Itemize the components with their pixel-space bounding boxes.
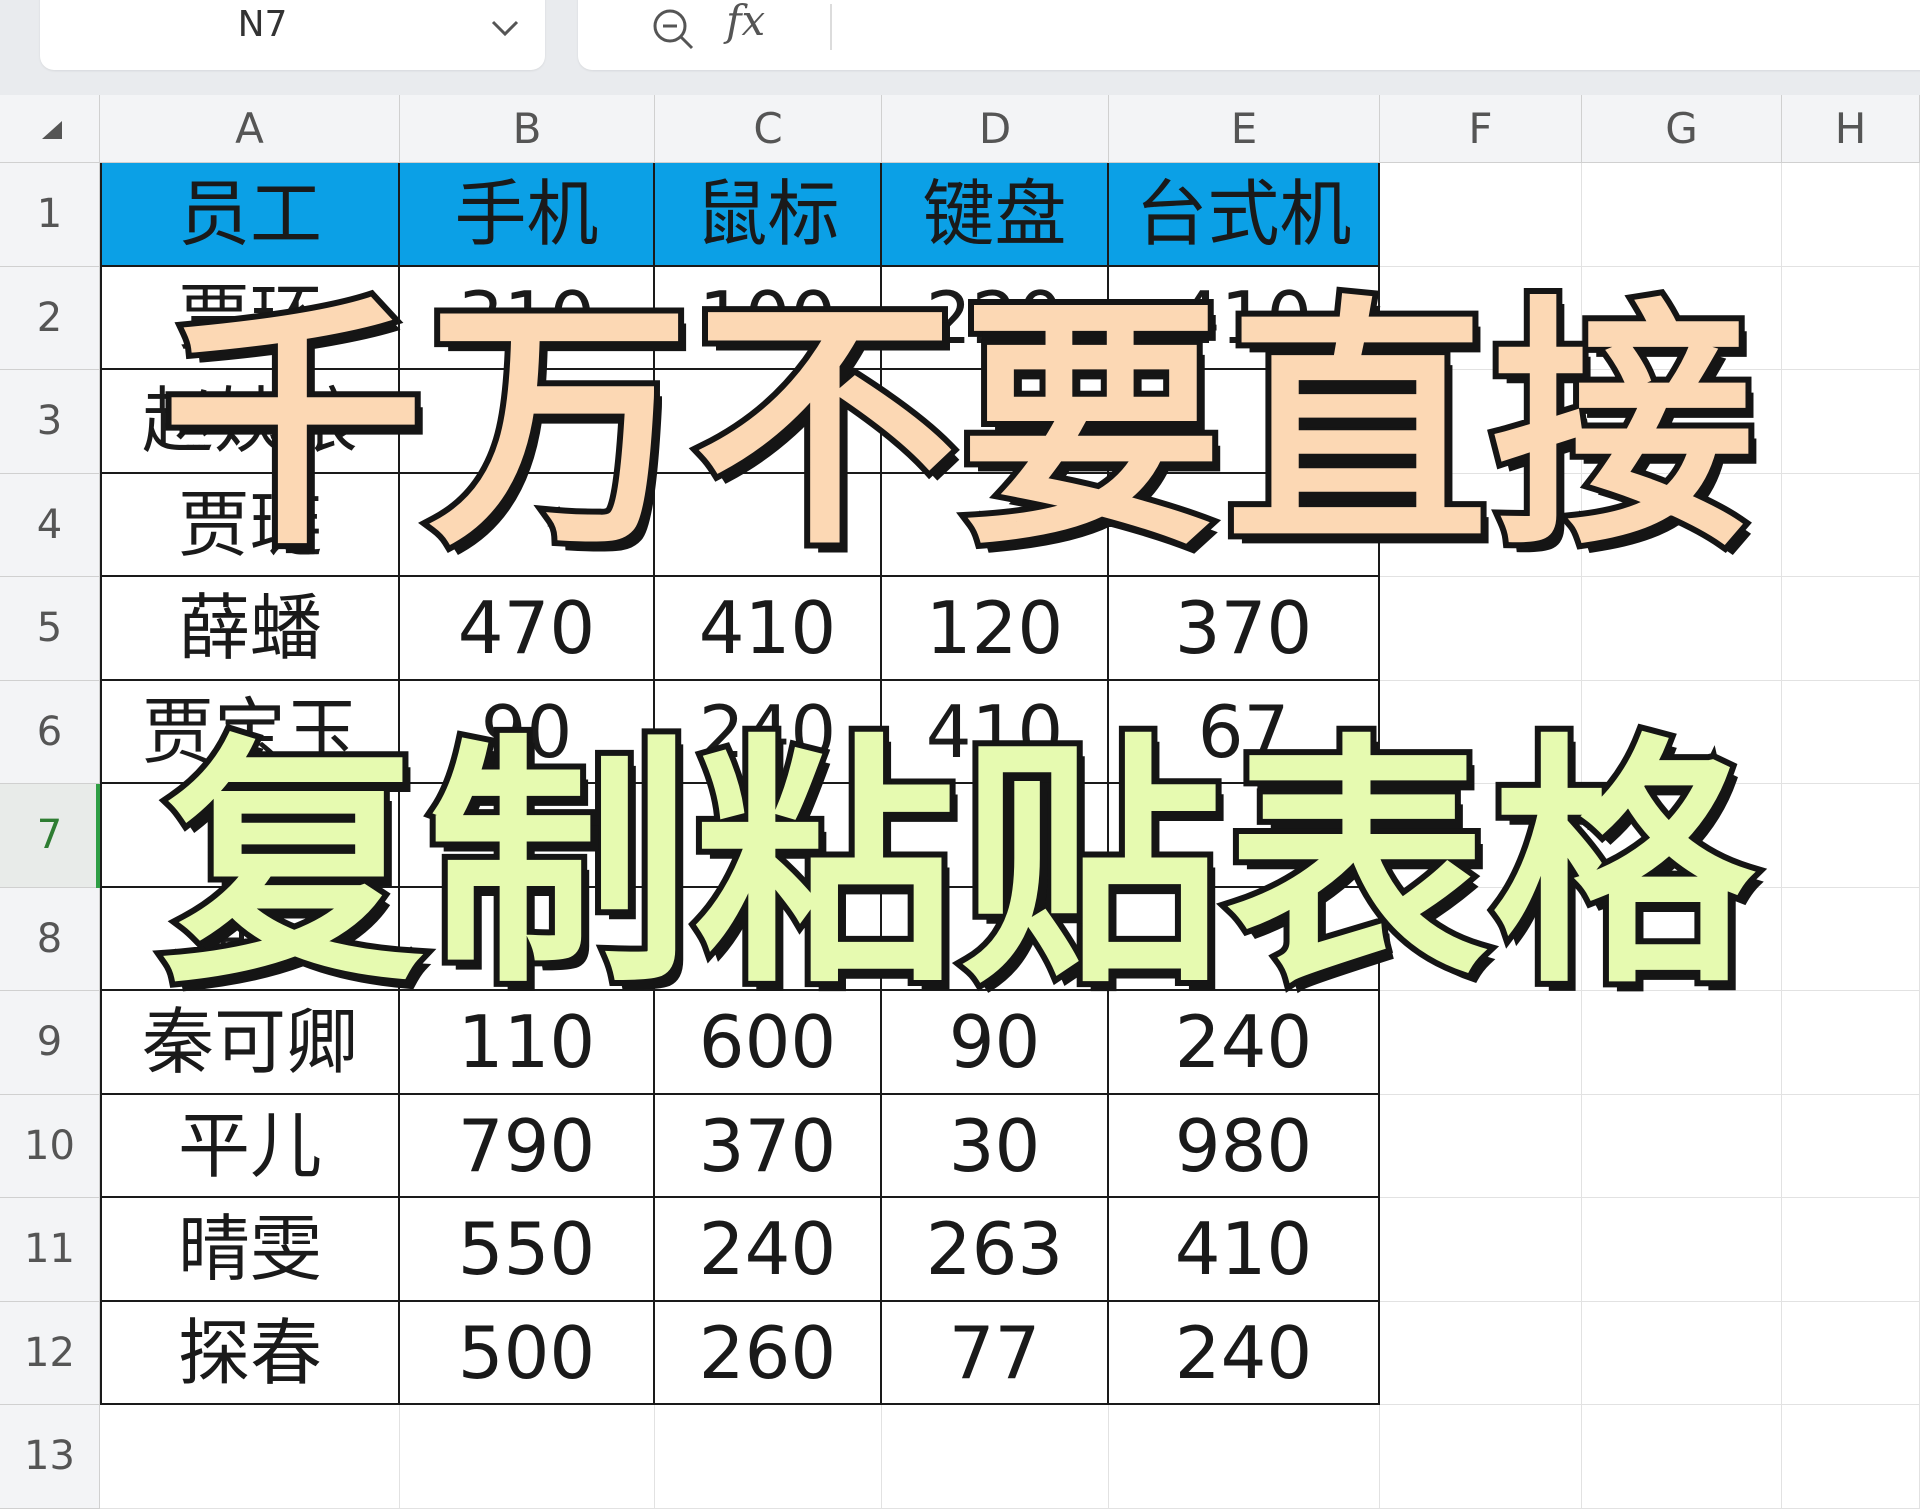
cell[interactable] [1380, 1301, 1582, 1405]
cell[interactable] [1582, 163, 1782, 267]
column-header-b[interactable]: B [400, 95, 655, 163]
row-header-10[interactable]: 10 [0, 1094, 100, 1198]
table-cell[interactable]: 晴雯 [100, 1198, 400, 1302]
table-cell[interactable]: 550 [400, 1198, 655, 1302]
table-cell[interactable]: 120 [882, 577, 1109, 681]
table-header-cell[interactable]: 台式机 [1109, 163, 1380, 267]
cell[interactable] [1582, 1094, 1782, 1198]
cell[interactable] [1380, 1094, 1582, 1198]
column-header-c[interactable]: C [655, 95, 882, 163]
name-box[interactable]: N7 [40, 0, 545, 70]
row-header-12[interactable]: 12 [0, 1301, 100, 1405]
table-header-cell[interactable]: 手机 [400, 163, 655, 267]
table-cell[interactable]: 370 [1109, 577, 1380, 681]
name-box-value: N7 [237, 4, 288, 45]
row-header-5[interactable]: 5 [0, 577, 100, 681]
row-header-1[interactable]: 1 [0, 163, 100, 267]
table-cell[interactable]: 260 [655, 1301, 882, 1405]
table-cell[interactable]: 790 [400, 1094, 655, 1198]
overlay-caption-line2: 复制粘贴表格 [156, 707, 1760, 1024]
formula-bar-divider [830, 4, 832, 50]
select-all-corner[interactable] [0, 95, 100, 163]
table-cell[interactable]: 平儿 [100, 1094, 400, 1198]
cell[interactable] [1109, 1405, 1380, 1509]
table-header-cell[interactable]: 键盘 [882, 163, 1109, 267]
row-header-11[interactable]: 11 [0, 1198, 100, 1302]
table-cell[interactable]: 410 [655, 577, 882, 681]
cell[interactable] [100, 1405, 400, 1509]
column-header-h[interactable]: H [1782, 95, 1920, 163]
cell[interactable] [1380, 577, 1582, 681]
column-header-a[interactable]: A [100, 95, 400, 163]
cell[interactable] [1380, 1405, 1582, 1509]
cell[interactable] [1582, 1198, 1782, 1302]
formula-bar[interactable]: fx [578, 0, 1920, 70]
table-cell[interactable]: 980 [1109, 1094, 1380, 1198]
table-cell[interactable]: 500 [400, 1301, 655, 1405]
table-header-cell[interactable]: 鼠标 [655, 163, 882, 267]
cell[interactable] [655, 1405, 882, 1509]
cell[interactable] [400, 1405, 655, 1509]
table-cell[interactable]: 30 [882, 1094, 1109, 1198]
fx-icon[interactable]: fx [726, 0, 765, 45]
cell[interactable] [1582, 1301, 1782, 1405]
cell[interactable] [1782, 163, 1920, 267]
cell[interactable] [1582, 1405, 1782, 1509]
cell[interactable] [1782, 1405, 1920, 1509]
overlay-caption-line1: 千万不要直接 [156, 269, 1760, 586]
table-cell[interactable]: 370 [655, 1094, 882, 1198]
table-cell[interactable]: 263 [882, 1198, 1109, 1302]
cell[interactable] [1582, 577, 1782, 681]
cell[interactable] [882, 1405, 1109, 1509]
cell[interactable] [1782, 1301, 1920, 1405]
table-cell[interactable]: 470 [400, 577, 655, 681]
select-all-icon [42, 121, 62, 139]
table-cell[interactable]: 77 [882, 1301, 1109, 1405]
cell[interactable] [1782, 1094, 1920, 1198]
table-header-cell[interactable]: 员工 [100, 163, 400, 267]
cell[interactable] [1782, 577, 1920, 681]
table-cell[interactable]: 240 [655, 1198, 882, 1302]
zoom-icon[interactable] [648, 4, 700, 56]
row-header-13[interactable]: 13 [0, 1405, 100, 1509]
cell[interactable] [1380, 163, 1582, 267]
table-cell[interactable]: 240 [1109, 1301, 1380, 1405]
table-cell[interactable]: 薛蟠 [100, 577, 400, 681]
cell[interactable] [1380, 1198, 1582, 1302]
column-header-g[interactable]: G [1582, 95, 1782, 163]
toolbar-area: N7 fx [0, 0, 1920, 95]
column-header-d[interactable]: D [882, 95, 1109, 163]
chevron-down-icon[interactable] [483, 8, 527, 48]
column-header-e[interactable]: E [1109, 95, 1380, 163]
cell[interactable] [1782, 1198, 1920, 1302]
table-cell[interactable]: 410 [1109, 1198, 1380, 1302]
column-header-f[interactable]: F [1380, 95, 1582, 163]
table-cell[interactable]: 探春 [100, 1301, 400, 1405]
